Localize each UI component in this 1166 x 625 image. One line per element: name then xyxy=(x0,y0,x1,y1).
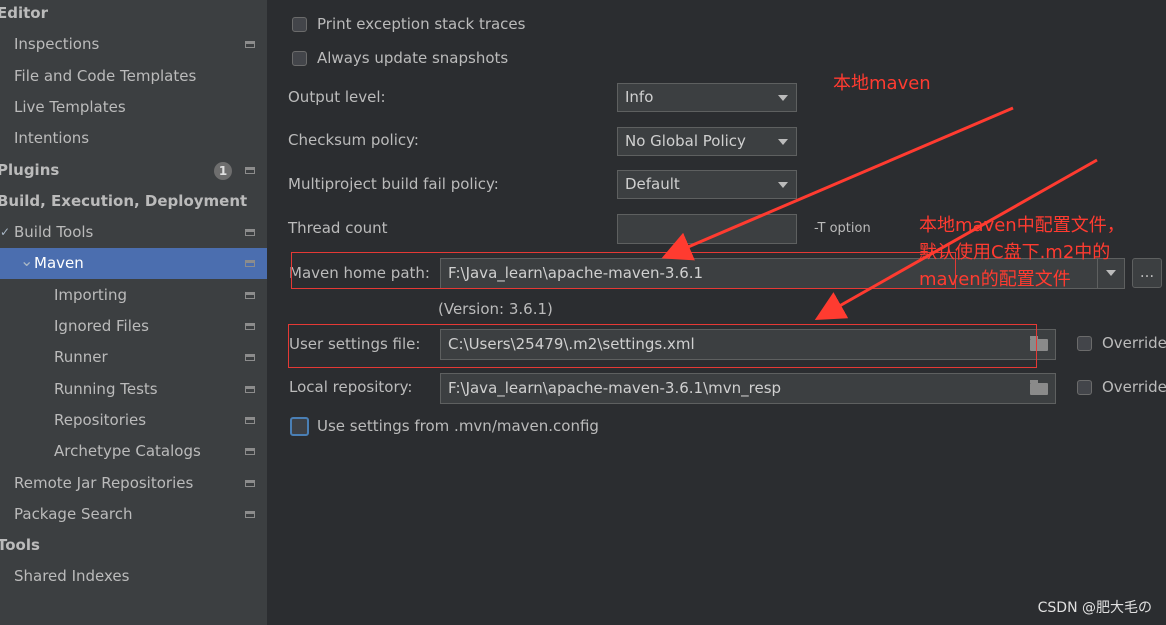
settings-sidebar: Editor Inspections File and Code Templates… xyxy=(0,0,267,625)
plugins-update-badge: 1 xyxy=(214,161,232,180)
sidebar-item-archetype-catalogs[interactable]: Archetype Catalogs xyxy=(0,436,267,467)
sidebar-item-label: Editor xyxy=(0,4,48,22)
project-scope-icon xyxy=(245,479,255,487)
sidebar-item-label: Ignored Files xyxy=(54,317,149,335)
sidebar-item-tools[interactable]: Tools xyxy=(0,530,267,561)
sidebar-item-label: Running Tests xyxy=(54,379,158,398)
sidebar-item-plugins[interactable]: Plugins 1 xyxy=(0,155,267,186)
chevron-down-icon xyxy=(778,139,788,145)
sidebar-item-label: Runner xyxy=(54,348,108,367)
user-settings-override-checkbox[interactable] xyxy=(1077,336,1092,351)
sidebar-item-package-search[interactable]: Package Search xyxy=(0,499,267,530)
project-scope-icon xyxy=(245,448,255,456)
use-mvn-config-label: Use settings from .mvn/maven.config xyxy=(317,417,599,435)
sidebar-item-runner[interactable]: Runner xyxy=(0,342,267,373)
checksum-policy-dropdown[interactable]: No Global Policy xyxy=(617,127,797,156)
project-scope-icon xyxy=(245,385,255,393)
multiproject-fail-dropdown[interactable]: Default xyxy=(617,170,797,199)
sidebar-item-running-tests[interactable]: Running Tests xyxy=(0,374,267,405)
sidebar-item-label: Repositories xyxy=(54,410,147,429)
print-exception-checkbox[interactable] xyxy=(292,17,307,32)
sidebar-item-label: File and Code Templates xyxy=(14,66,197,85)
sidebar-item-intentions[interactable]: Intentions xyxy=(0,123,267,154)
local-repo-override-checkbox[interactable] xyxy=(1077,380,1092,395)
sidebar-item-label: Plugins xyxy=(0,160,60,179)
project-scope-icon xyxy=(245,416,255,424)
project-scope-icon xyxy=(245,41,255,49)
maven-settings-panel: Print exception stack traces Always upda… xyxy=(267,0,1166,625)
local-repo-input[interactable]: F:\Java_learn\apache-maven-3.6.1\mvn_res… xyxy=(440,373,1056,404)
multiproject-fail-label: Multiproject build fail policy: xyxy=(288,175,499,193)
sidebar-item-inspections[interactable]: Inspections xyxy=(0,29,267,60)
user-settings-override-label: Override xyxy=(1102,334,1166,352)
local-repo-label: Local repository: xyxy=(289,378,413,396)
sidebar-item-label: Remote Jar Repositories xyxy=(14,473,194,492)
chevron-down-icon xyxy=(778,95,788,101)
sidebar-item-label: Tools xyxy=(0,536,40,555)
maven-home-highlight xyxy=(291,252,956,289)
project-scope-icon xyxy=(245,260,255,268)
sidebar-item-build-execution-deployment[interactable]: Build, Execution, Deployment xyxy=(0,186,267,217)
project-scope-icon xyxy=(245,323,255,330)
sidebar-item-label: Archetype Catalogs xyxy=(54,442,201,461)
annotation-local-maven: 本地maven xyxy=(833,73,931,94)
sidebar-item-label: Inspections xyxy=(14,35,100,54)
local-repo-value: F:\Java_learn\apache-maven-3.6.1\mvn_res… xyxy=(448,379,782,397)
chevron-down-icon[interactable]: ⌄ xyxy=(20,245,33,276)
always-update-checkbox[interactable] xyxy=(292,51,307,66)
sidebar-item-label: Maven xyxy=(34,254,84,273)
always-update-label: Always update snapshots xyxy=(317,49,509,67)
maven-version-text: (Version: 3.6.1) xyxy=(438,300,553,318)
sidebar-item-label: Live Templates xyxy=(14,97,126,116)
annotation-settings-line1: 本地maven中配置文件， xyxy=(919,215,1125,236)
chevron-down-icon xyxy=(778,182,788,188)
sidebar-item-ignored-files[interactable]: Ignored Files xyxy=(0,311,267,342)
project-scope-icon xyxy=(245,291,255,299)
output-level-value: Info xyxy=(625,88,654,106)
sidebar-item-editor[interactable]: Editor xyxy=(0,0,267,29)
chevron-down-icon[interactable]: ✓ xyxy=(0,217,10,248)
project-scope-icon xyxy=(245,354,255,362)
sidebar-item-importing[interactable]: Importing xyxy=(0,280,267,311)
sidebar-item-label: Importing xyxy=(54,285,127,304)
output-level-dropdown[interactable]: Info xyxy=(617,83,797,112)
sidebar-item-label: Shared Indexes xyxy=(14,567,130,586)
sidebar-item-build-tools[interactable]: ✓ Build Tools xyxy=(0,217,267,248)
sidebar-item-label: Build, Execution, Deployment xyxy=(0,191,248,210)
user-settings-highlight xyxy=(288,324,1037,368)
checksum-policy-label: Checksum policy: xyxy=(288,131,419,149)
multiproject-fail-value: Default xyxy=(625,175,680,193)
sidebar-item-label: Intentions xyxy=(14,129,90,148)
thread-count-input[interactable] xyxy=(617,214,797,244)
chevron-down-icon xyxy=(1106,270,1116,276)
thread-count-hint: -T option xyxy=(814,221,871,236)
checksum-policy-value: No Global Policy xyxy=(625,132,746,150)
sidebar-item-live-templates[interactable]: Live Templates xyxy=(0,92,267,123)
sidebar-item-file-and-code-templates[interactable]: File and Code Templates xyxy=(0,61,267,92)
maven-home-browse-button[interactable]: ... xyxy=(1132,258,1162,288)
project-scope-icon xyxy=(245,166,255,174)
local-repo-override-label: Override xyxy=(1102,378,1166,396)
use-mvn-config-checkbox[interactable] xyxy=(290,417,309,436)
project-scope-icon xyxy=(245,229,255,237)
sidebar-item-label: Package Search xyxy=(14,504,133,523)
sidebar-item-repositories[interactable]: Repositories xyxy=(0,405,267,436)
thread-count-label: Thread count xyxy=(288,219,388,237)
folder-icon[interactable] xyxy=(1030,380,1048,395)
watermark: CSDN @肥大毛の xyxy=(1037,600,1152,616)
annotation-settings-line3: maven的配置文件 xyxy=(919,269,1071,290)
annotation-settings-line2: 默认使用C盘下.m2中的 xyxy=(919,242,1111,263)
sidebar-item-shared-indexes[interactable]: Shared Indexes xyxy=(0,561,267,592)
sidebar-item-label: Build Tools xyxy=(14,223,94,242)
project-scope-icon xyxy=(245,510,255,518)
output-level-label: Output level: xyxy=(288,88,386,106)
sidebar-item-remote-jar-repositories[interactable]: Remote Jar Repositories xyxy=(0,468,267,499)
print-exception-label: Print exception stack traces xyxy=(317,15,526,33)
sidebar-item-maven[interactable]: ⌄ Maven xyxy=(0,245,267,280)
